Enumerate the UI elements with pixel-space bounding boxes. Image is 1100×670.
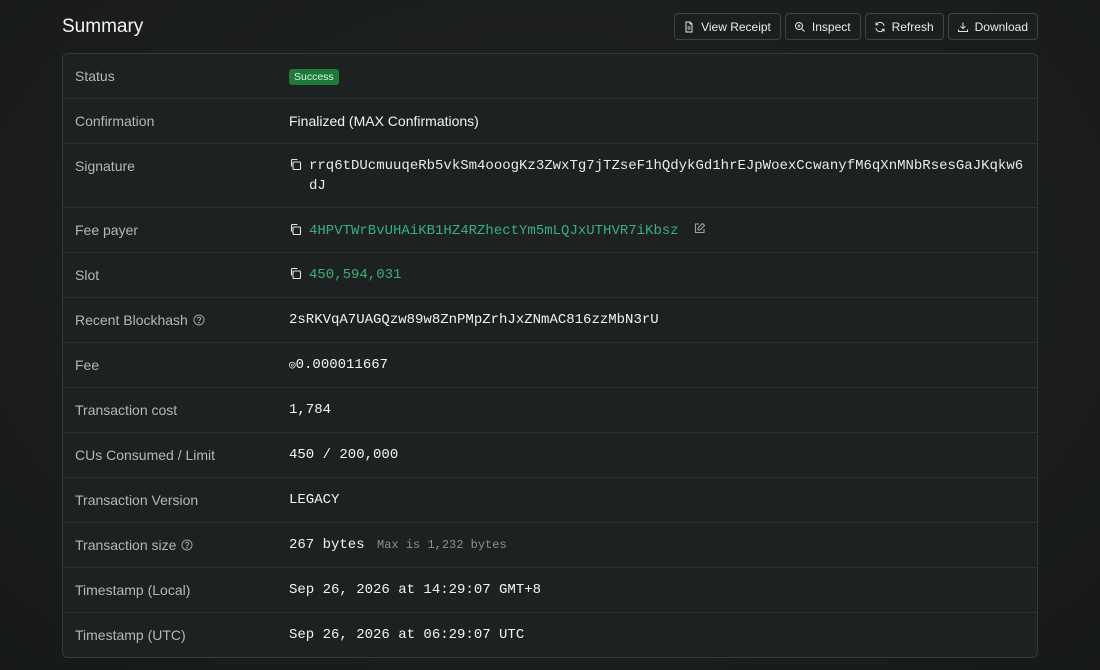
refresh-button[interactable]: Refresh — [864, 13, 944, 40]
row-version: Transaction Version LEGACY — [63, 478, 1037, 523]
confirmation-value: Finalized (MAX Confirmations) — [289, 113, 479, 129]
cus-label: CUs Consumed / Limit — [75, 447, 216, 463]
row-size: Transaction size 267 bytes Max is 1,232 … — [63, 523, 1037, 568]
magnifier-icon — [794, 21, 805, 32]
cus-value: 450 / 200,000 — [289, 447, 399, 463]
refresh-label: Refresh — [891, 19, 934, 34]
timestamp-utc-label: Timestamp (UTC) — [75, 627, 186, 643]
version-label: Transaction Version — [75, 492, 199, 508]
status-badge: Success — [289, 69, 339, 85]
inspect-button[interactable]: Inspect — [784, 13, 861, 40]
help-icon[interactable] — [193, 314, 205, 326]
row-recent-blockhash: Recent Blockhash 2sRKVqA7UAGQzw89w8ZnPMp… — [63, 298, 1037, 343]
recent-blockhash-value: 2sRKVqA7UAGQzw89w8ZnPMpZrhJxZNmAC816zzMb… — [289, 312, 659, 328]
help-icon[interactable] — [181, 539, 193, 551]
summary-table: Status Success Confirmation Finalized (M… — [62, 53, 1038, 658]
timestamp-local-value: Sep 26, 2026 at 14:29:07 GMT+8 — [289, 582, 542, 598]
copy-signature-icon[interactable] — [289, 158, 302, 171]
signature-label: Signature — [75, 158, 135, 174]
copy-slot-icon[interactable] — [289, 267, 302, 280]
size-note: Max is 1,232 bytes — [377, 538, 507, 552]
timestamp-utc-value: Sep 26, 2026 at 06:29:07 UTC — [289, 627, 525, 643]
copy-fee-payer-icon[interactable] — [289, 223, 302, 236]
row-slot: Slot 450,594,031 — [63, 253, 1037, 298]
row-timestamp-utc: Timestamp (UTC) Sep 26, 2026 at 06:29:07… — [63, 613, 1037, 657]
page-title: Summary — [62, 16, 144, 37]
row-cus: CUs Consumed / Limit 450 / 200,000 — [63, 433, 1037, 478]
fee-payer-label: Fee payer — [75, 222, 139, 238]
download-button[interactable]: Download — [947, 13, 1038, 40]
signature-value: rrq6tDUcmuuqeRb5vkSm4ooogKz3ZwxTg7jTZseF… — [309, 158, 1024, 194]
transaction-cost-value: 1,784 — [289, 402, 332, 418]
refresh-icon — [875, 21, 885, 32]
view-receipt-label: View Receipt — [701, 19, 771, 34]
view-receipt-button[interactable]: View Receipt — [674, 13, 781, 40]
document-icon — [685, 21, 693, 32]
size-label: Transaction size — [75, 537, 177, 553]
fee-payer-link[interactable]: 4HPVTWrBvUHAiKB1HZ4RZhectYm5mLQJxUTHVR7i… — [309, 223, 679, 239]
fee-value: 0.000011667 — [295, 357, 389, 373]
toolbar: View Receipt Inspect Refresh Download — [674, 13, 1038, 40]
inspect-label: Inspect — [811, 19, 851, 34]
edit-icon[interactable] — [693, 222, 706, 235]
status-label: Status — [75, 68, 115, 84]
row-fee: Fee ◎0.000011667 — [63, 343, 1037, 388]
row-confirmation: Confirmation Finalized (MAX Confirmation… — [63, 99, 1037, 144]
version-value: LEGACY — [289, 492, 340, 508]
size-value: 267 bytes — [289, 537, 365, 553]
row-timestamp-local: Timestamp (Local) Sep 26, 2026 at 14:29:… — [63, 568, 1037, 613]
download-icon — [957, 22, 968, 32]
row-fee-payer: Fee payer 4HPVTWrBvUHAiKB1HZ4RZhectYm5mL… — [63, 208, 1037, 253]
confirmation-label: Confirmation — [75, 113, 155, 129]
sol-icon: ◎ — [289, 360, 296, 372]
download-label: Download — [974, 19, 1028, 34]
slot-link[interactable]: 450,594,031 — [309, 267, 401, 283]
fee-label: Fee — [75, 357, 100, 373]
summary-header: Summary View Receipt Inspect Refresh Dow… — [62, 0, 1038, 53]
row-status: Status Success — [63, 54, 1037, 99]
timestamp-local-label: Timestamp (Local) — [75, 582, 191, 598]
recent-blockhash-label: Recent Blockhash — [75, 312, 188, 328]
transaction-cost-label: Transaction cost — [75, 402, 178, 418]
row-transaction-cost: Transaction cost 1,784 — [63, 388, 1037, 433]
summary-panel: Summary View Receipt Inspect Refresh Dow… — [62, 0, 1038, 658]
row-signature: Signature rrq6tDUcmuuqeRb5vkSm4ooogKz3Zw… — [63, 144, 1037, 208]
slot-label: Slot — [75, 267, 100, 283]
